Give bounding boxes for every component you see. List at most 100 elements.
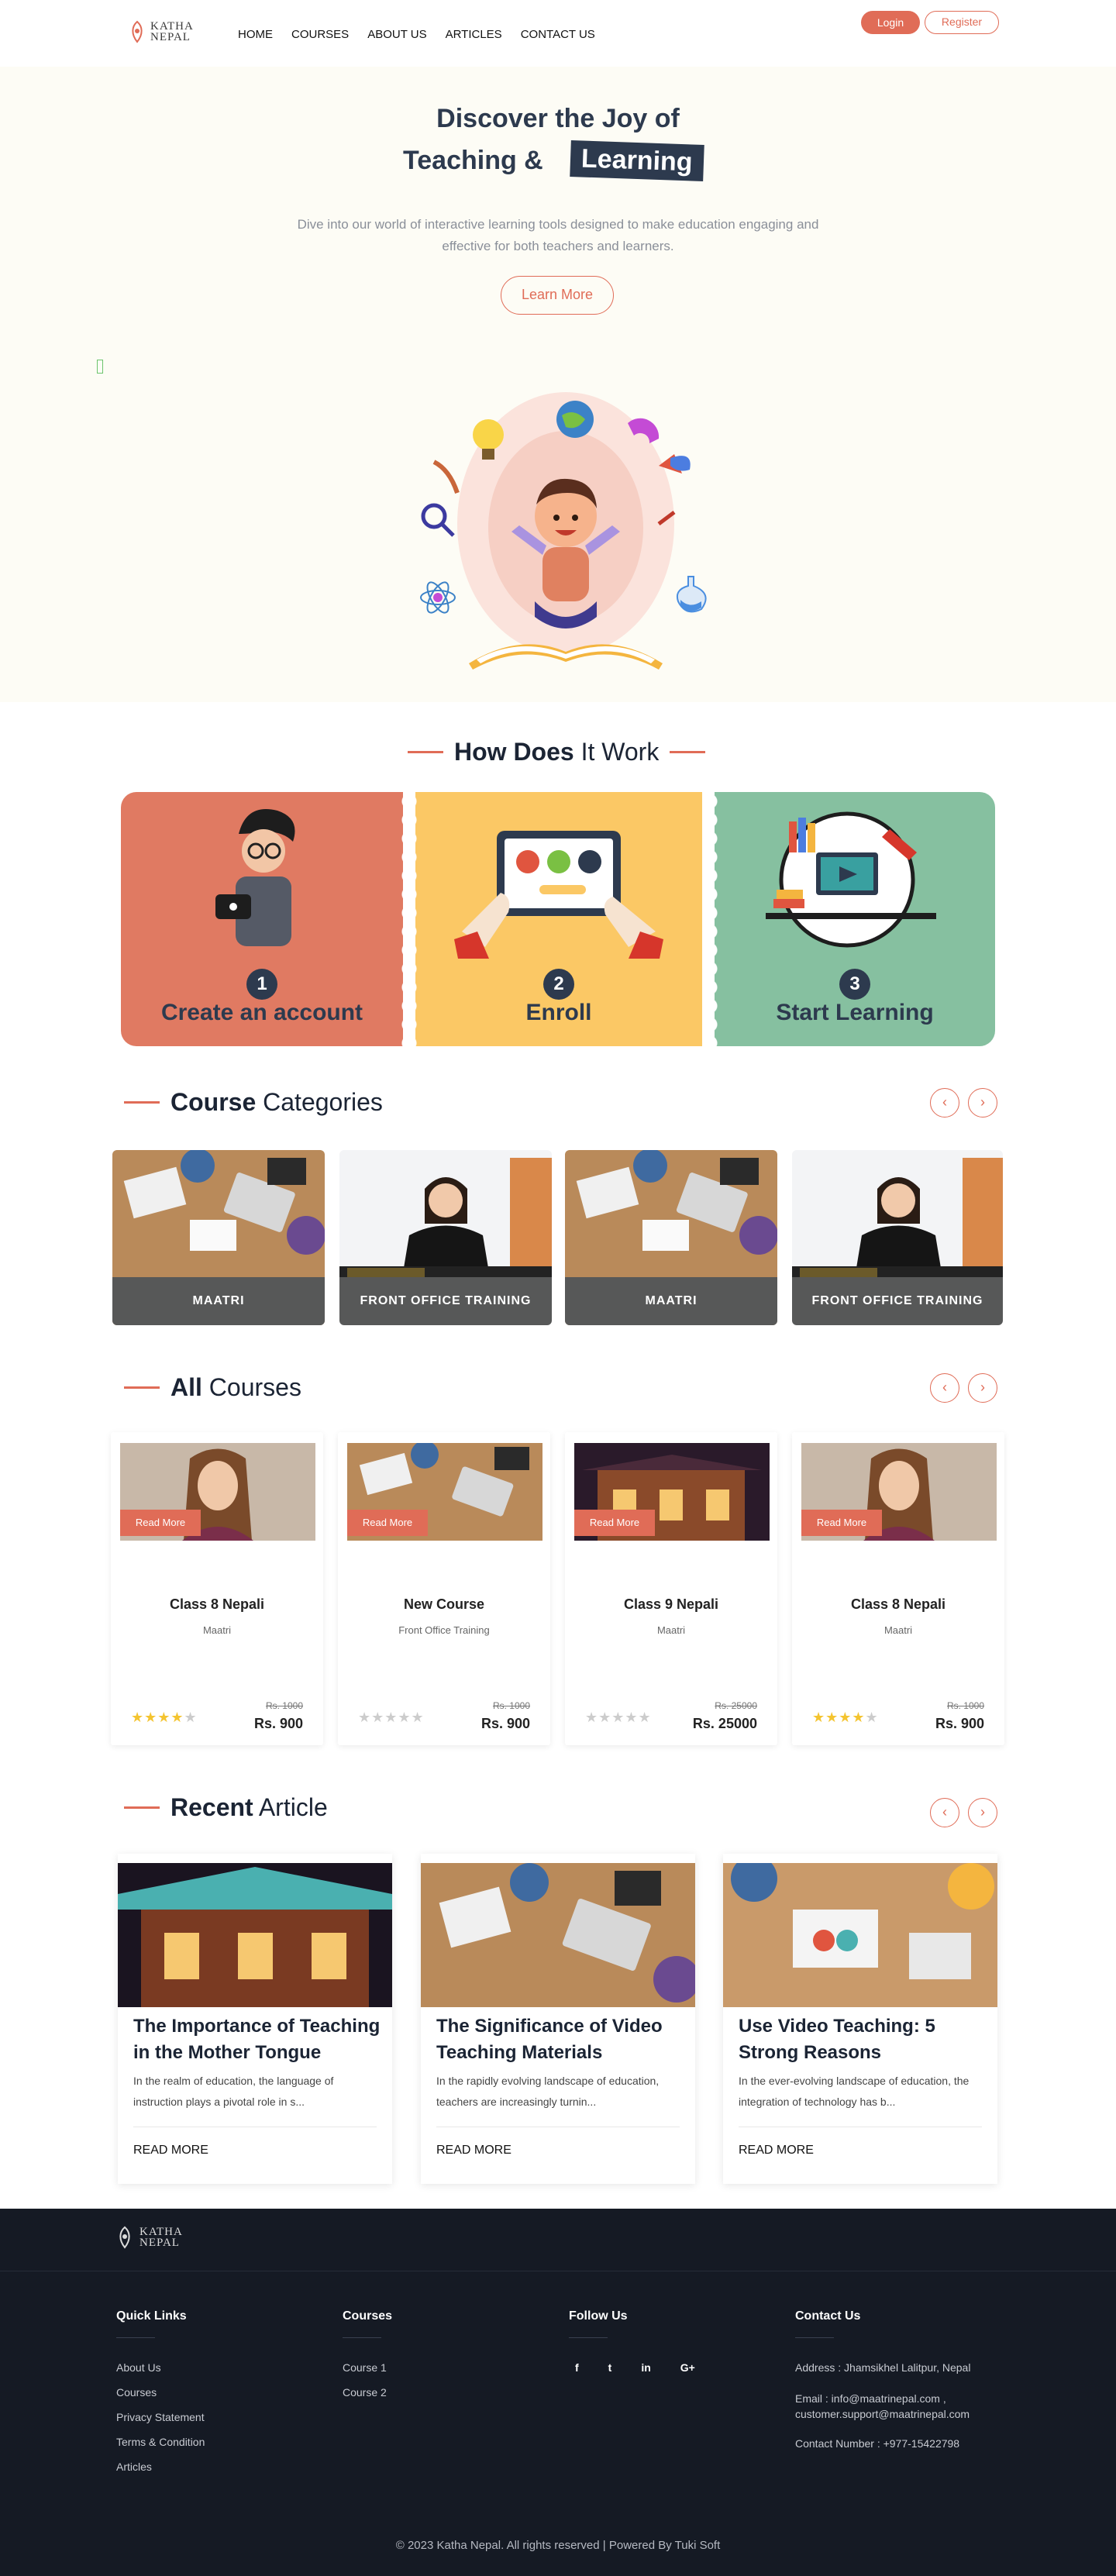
ticket-divider [694, 792, 725, 1046]
read-more-tag[interactable]: Read More [347, 1510, 428, 1536]
course-title: Class 8 Nepali [169, 1596, 265, 1612]
footer-link-about-us[interactable]: About Us [116, 2361, 205, 2374]
course-card[interactable]: Read More Class 8 Nepali Maatri ★★★★★ Rs… [111, 1432, 323, 1745]
nav-articles[interactable]: ARTICLES [446, 28, 502, 41]
footer-link-courses[interactable]: Courses [116, 2386, 205, 2399]
course-card[interactable]: Read More Class 8 Nepali Maatri ★★★★★ Rs… [792, 1432, 1004, 1745]
footer-course-1[interactable]: Course 1 [343, 2361, 392, 2374]
old-price: Rs. 1000 [946, 1700, 984, 1711]
contact-us-column: Contact Us Address : Jhamsikhel Lalitpur… [795, 2309, 970, 2462]
quick-links-column: Quick Links About Us Courses Privacy Sta… [116, 2309, 205, 2485]
site-header: KATHA NEPAL HOME COURSES ABOUT US ARTICL… [0, 0, 1116, 67]
category-card[interactable]: MAATRI [112, 1150, 325, 1325]
contact-email-2[interactable]: customer.support@maatrinepal.com [795, 2408, 970, 2420]
article-read-more-link[interactable]: READ MORE [133, 2144, 208, 2158]
nav-about-us[interactable]: ABOUT US [367, 28, 426, 41]
contact-email-1[interactable]: Email : info@maatrinepal.com , [795, 2392, 970, 2405]
nav-contact-us[interactable]: CONTACT US [521, 28, 595, 41]
course-title: New Course [403, 1596, 485, 1612]
article-title[interactable]: Use Video Teaching: 5 Strong Reasons [739, 2013, 987, 2066]
course-title: Class 9 Nepali [623, 1596, 719, 1612]
category-card[interactable]: FRONT OFFICE TRAINING [792, 1150, 1003, 1325]
footer-logo[interactable]: KATHA NEPAL [116, 2226, 183, 2249]
rating-stars: ★★★★★ [358, 1710, 425, 1725]
price: Rs. 900 [480, 1716, 530, 1731]
article-title[interactable]: The Importance of Teaching in the Mother… [133, 2013, 381, 2066]
article-excerpt: In the ever-evolving landscape of educat… [739, 2075, 970, 2108]
contact-phone: Contact Number : +977-15422798 [795, 2437, 960, 2450]
categories-prev-button[interactable]: ‹ [930, 1088, 959, 1118]
decor-rect-icon [97, 360, 103, 374]
hero-description: Dive into our world of interactive learn… [297, 217, 819, 253]
follow-us-heading: Follow Us [569, 2309, 628, 2323]
article-title[interactable]: The Significance of Video Teaching Mater… [436, 2013, 684, 2066]
category-label: MAATRI [565, 1277, 777, 1325]
footer-course-2[interactable]: Course 2 [343, 2386, 392, 2399]
how-it-works-title: How Does It Work [408, 738, 706, 766]
logo-icon [119, 2226, 130, 2249]
student-tablet-illustration [215, 809, 295, 946]
hero-title-highlight: Learning [570, 140, 704, 181]
category-label: FRONT OFFICE TRAINING [339, 1277, 552, 1325]
article-read-more-link[interactable]: READ MORE [436, 2144, 512, 2158]
rating-stars: ★★★★★ [585, 1710, 652, 1725]
category-label: FRONT OFFICE TRAINING [792, 1277, 1003, 1325]
course-title: Class 8 Nepali [850, 1596, 946, 1612]
course-category: Maatri [656, 1624, 686, 1636]
rating-stars: ★★★★★ [131, 1710, 198, 1725]
articles-next-button[interactable]: › [968, 1798, 997, 1827]
tablet-enroll-illustration [454, 831, 663, 959]
learn-more-button[interactable]: Learn More [501, 276, 614, 315]
course-categories-title: Course Categories [124, 1088, 383, 1117]
price: Rs. 25000 [692, 1716, 757, 1731]
courses-heading: Courses [343, 2309, 393, 2323]
quick-links-heading: Quick Links [116, 2309, 187, 2323]
footer-logo-line2: NEPAL [140, 2237, 180, 2249]
courses-next-button[interactable]: › [968, 1373, 997, 1403]
contact-address: Address : Jhamsikhel Lalitpur, Nepal [795, 2361, 971, 2374]
courses-prev-button[interactable]: ‹ [930, 1373, 959, 1403]
article-card[interactable]: Use Video Teaching: 5 Strong Reasons In … [723, 1854, 997, 2184]
nav-home[interactable]: HOME [238, 28, 273, 41]
hero-section: Discover the Joy of Teaching & Learning … [0, 67, 1116, 702]
linkedin-icon[interactable]: in [641, 2361, 650, 2374]
course-card[interactable]: Read More New Course Front Office Traini… [338, 1432, 550, 1745]
footer-link-privacy[interactable]: Privacy Statement [116, 2411, 205, 2423]
footer-link-terms[interactable]: Terms & Condition [116, 2436, 205, 2448]
article-card[interactable]: The Significance of Video Teaching Mater… [421, 1854, 695, 2184]
recent-article-title: Recent Article [124, 1793, 328, 1822]
twitter-icon[interactable]: t [608, 2361, 612, 2374]
step-number-3: 3 [839, 969, 870, 1000]
hero-title-line1: Discover the Joy of [436, 104, 680, 133]
logo-line1: KATHA [150, 20, 194, 33]
register-button[interactable]: Register [925, 11, 999, 34]
course-category: Maatri [884, 1624, 913, 1636]
footer-link-articles[interactable]: Articles [116, 2461, 205, 2473]
articles-prev-button[interactable]: ‹ [930, 1798, 959, 1827]
step-label-2: Enroll [525, 1000, 592, 1025]
rating-stars: ★★★★★ [812, 1710, 879, 1725]
categories-next-button[interactable]: › [968, 1088, 997, 1118]
step-card-2: 2 Enroll [415, 792, 702, 1046]
step-number-1: 1 [246, 969, 277, 1000]
course-card[interactable]: Read More Class 9 Nepali Maatri ★★★★★ Rs… [565, 1432, 777, 1745]
article-card[interactable]: The Importance of Teaching in the Mother… [118, 1854, 392, 2184]
site-logo[interactable]: KATHA NEPAL [129, 20, 194, 43]
facebook-icon[interactable]: f [575, 2361, 579, 2374]
category-card[interactable]: FRONT OFFICE TRAINING [339, 1150, 552, 1325]
hero-title-line2: Teaching & [403, 146, 543, 175]
google-plus-icon[interactable]: G+ [680, 2361, 695, 2374]
read-more-tag[interactable]: Read More [574, 1510, 655, 1536]
category-card[interactable]: MAATRI [565, 1150, 777, 1325]
contact-us-heading: Contact Us [795, 2309, 861, 2323]
step-label-1: Create an account [160, 1000, 363, 1025]
ticket-divider [394, 792, 425, 1046]
nav-courses[interactable]: COURSES [291, 28, 349, 41]
article-read-more-link[interactable]: READ MORE [739, 2144, 814, 2158]
read-more-tag[interactable]: Read More [801, 1510, 882, 1536]
desk-photo [723, 1863, 997, 2007]
old-price: Rs. 1000 [265, 1700, 303, 1711]
login-button[interactable]: Login [861, 11, 920, 34]
read-more-tag[interactable]: Read More [120, 1510, 201, 1536]
course-category: Front Office Training [398, 1624, 490, 1636]
